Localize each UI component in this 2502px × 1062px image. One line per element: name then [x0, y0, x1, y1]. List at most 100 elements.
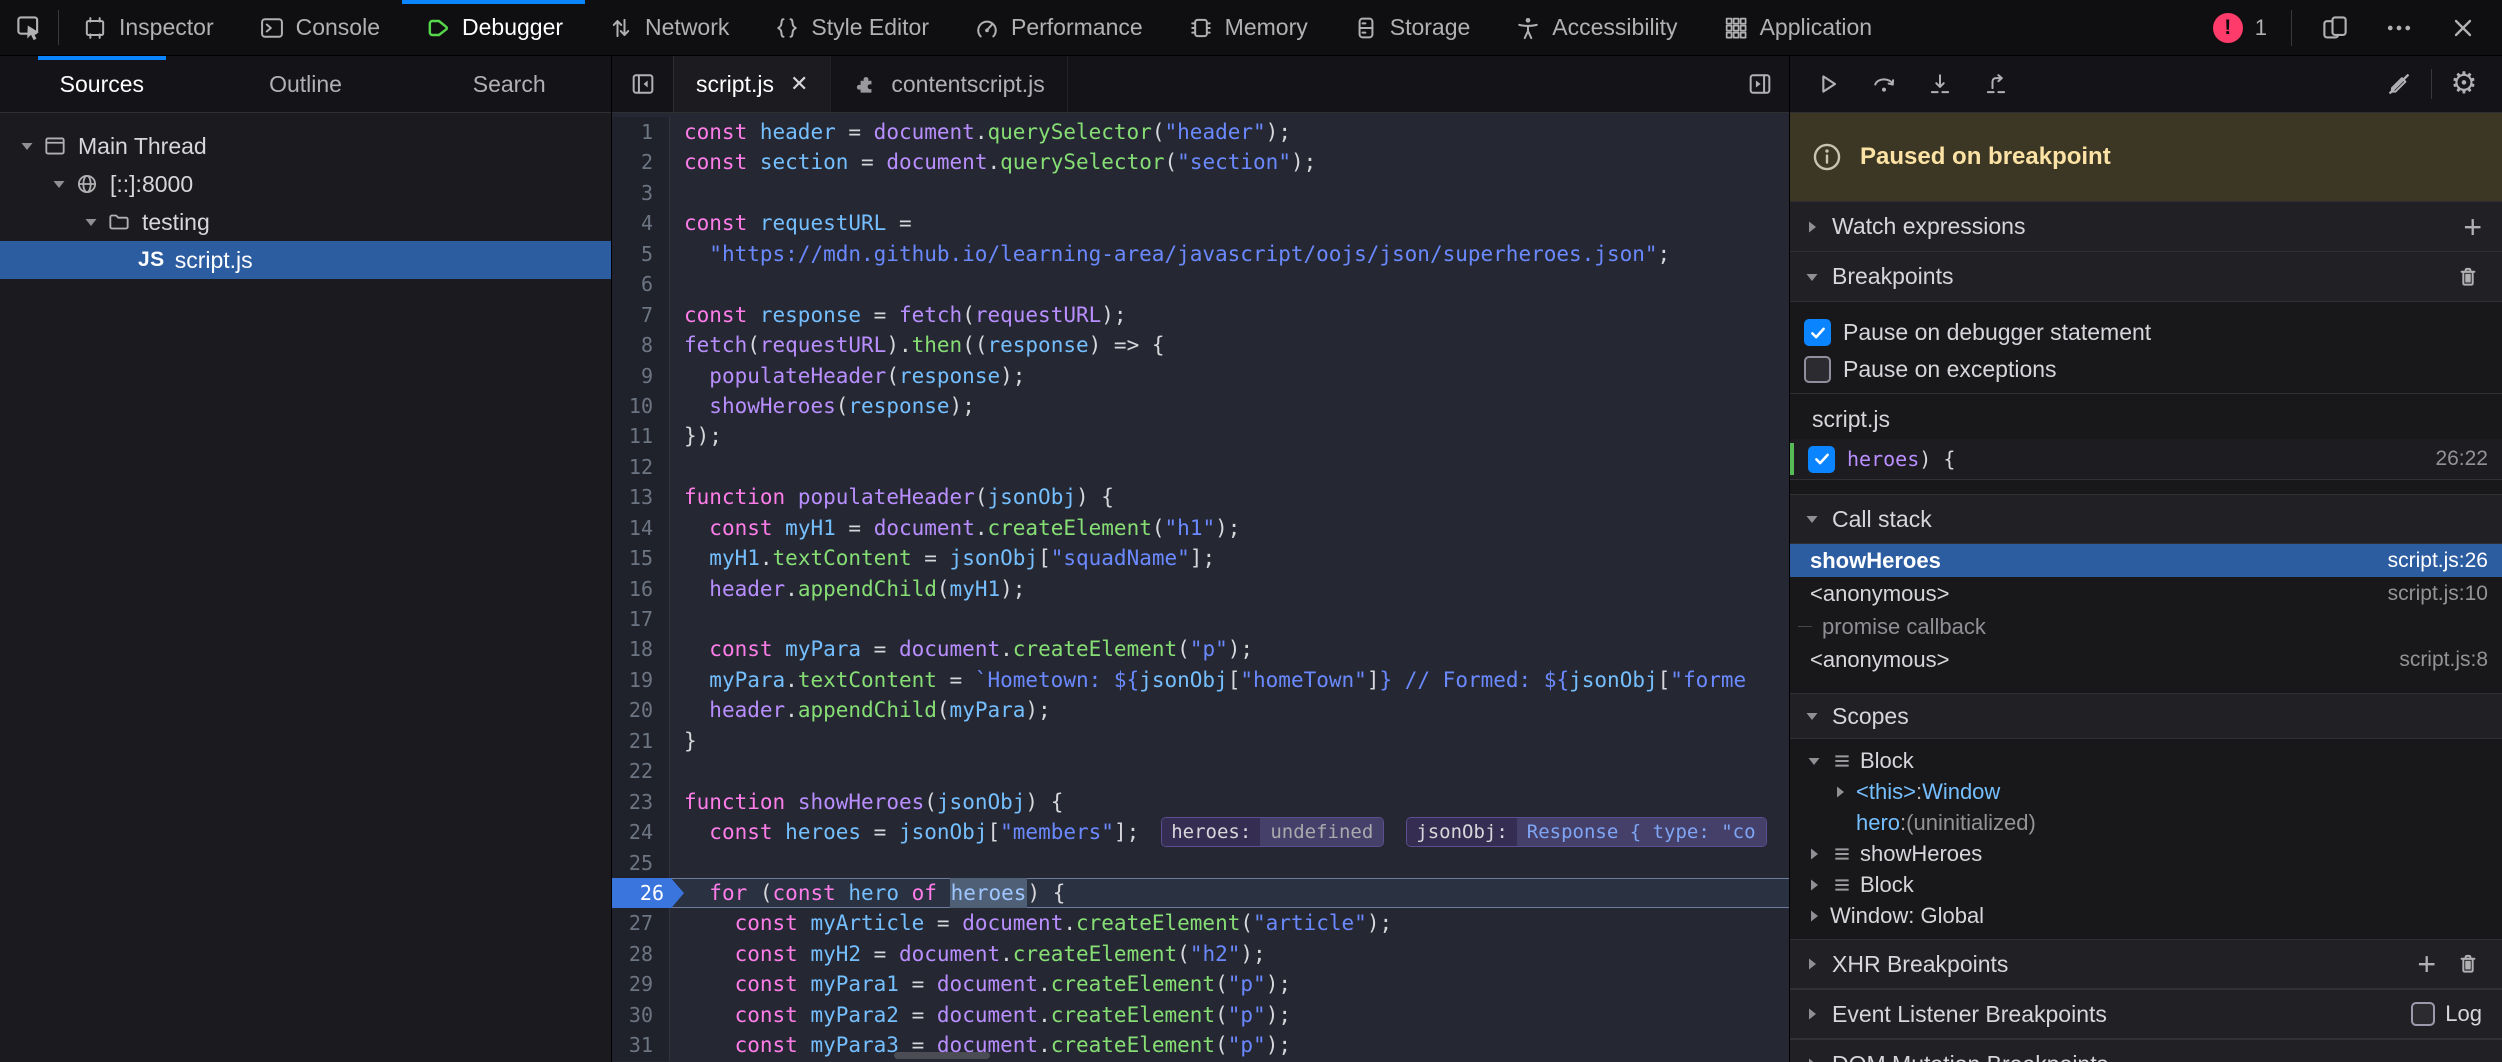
line-number[interactable]: 27	[612, 908, 670, 938]
devtools-menu-button[interactable]	[2370, 13, 2428, 43]
breakpoint-paused-marker[interactable]: 26	[612, 878, 684, 908]
code-line[interactable]: 1const header = document.querySelector("…	[612, 117, 1789, 147]
line-number[interactable]: 22	[612, 756, 670, 786]
step-in-button[interactable]	[1916, 62, 1964, 106]
line-number[interactable]: 3	[612, 178, 670, 208]
watch-expressions-header[interactable]: Watch expressions +	[1790, 202, 2502, 252]
line-number[interactable]: 15	[612, 543, 670, 573]
code-line[interactable]: 24 const heroes = jsonObj["members"];her…	[612, 817, 1789, 847]
line-number[interactable]: 28	[612, 939, 670, 969]
editor-tab-contentscript-js[interactable]: contentscript.js	[831, 56, 1067, 112]
tree-item-main-thread[interactable]: Main Thread	[0, 127, 611, 165]
line-number[interactable]: 21	[612, 726, 670, 756]
tree-item------8000[interactable]: [::]:8000	[0, 165, 611, 203]
error-badge-icon[interactable]: !	[2213, 13, 2243, 43]
add-watch-expression-icon[interactable]: +	[2463, 211, 2482, 243]
code-line[interactable]: 21}	[612, 726, 1789, 756]
tab-debugger[interactable]: Debugger	[402, 0, 585, 55]
scope-row[interactable]: Block	[1790, 869, 2502, 900]
scope-variable-row[interactable]: <this>: Window	[1790, 776, 2502, 807]
code-line[interactable]: 8fetch(requestURL).then((response) => {	[612, 330, 1789, 360]
code-line[interactable]: 18 const myPara = document.createElement…	[612, 634, 1789, 664]
line-number[interactable]: 31	[612, 1030, 670, 1060]
code-line[interactable]: 11});	[612, 421, 1789, 451]
code-line[interactable]: 4const requestURL =	[612, 208, 1789, 238]
code-line[interactable]: 31 const myPara3 = document.createElemen…	[612, 1030, 1789, 1060]
line-number[interactable]: 25	[612, 848, 670, 878]
code-line[interactable]: 22	[612, 756, 1789, 786]
remove-breakpoints-icon[interactable]	[2454, 263, 2482, 291]
chevron-right-icon[interactable]	[1832, 784, 1848, 800]
line-number[interactable]: 6	[612, 269, 670, 299]
scope-variable-row[interactable]: hero: (uninitialized)	[1790, 807, 2502, 838]
tab-console[interactable]: Console	[236, 0, 402, 55]
code-line[interactable]: 13function populateHeader(jsonObj) {	[612, 482, 1789, 512]
line-number[interactable]: 18	[612, 634, 670, 664]
chevron-right-icon[interactable]	[1806, 846, 1822, 862]
line-number[interactable]: 24	[612, 817, 670, 847]
line-number[interactable]: 2	[612, 147, 670, 177]
sidebar-tab-sources[interactable]: Sources	[0, 56, 204, 112]
chevron-down-icon[interactable]	[14, 138, 40, 154]
close-tab-icon[interactable]: ✕	[790, 71, 808, 97]
tab-storage[interactable]: Storage	[1330, 0, 1493, 55]
step-over-button[interactable]	[1860, 62, 1908, 106]
code-line[interactable]: 2const section = document.querySelector(…	[612, 147, 1789, 177]
line-number[interactable]: 7	[612, 300, 670, 330]
line-number[interactable]: 20	[612, 695, 670, 725]
line-number[interactable]: 16	[612, 574, 670, 604]
scope-row[interactable]: showHeroes	[1790, 838, 2502, 869]
code-line[interactable]: 3	[612, 178, 1789, 208]
code-line[interactable]: 20 header.appendChild(myPara);	[612, 695, 1789, 725]
tree-item-script-js[interactable]: JSscript.js	[0, 241, 611, 279]
line-number[interactable]: 11	[612, 421, 670, 451]
close-devtools-button[interactable]	[2434, 14, 2492, 42]
code-line[interactable]: 19 myPara.textContent = `Hometown: ${jso…	[612, 665, 1789, 695]
line-number[interactable]: 19	[612, 665, 670, 695]
line-number[interactable]: 5	[612, 239, 670, 269]
checkbox-unchecked[interactable]	[2411, 1002, 2435, 1026]
code-line[interactable]: 7const response = fetch(requestURL);	[612, 300, 1789, 330]
tab-inspector[interactable]: Inspector	[59, 0, 236, 55]
tab-memory[interactable]: Memory	[1165, 0, 1330, 55]
line-number[interactable]: 4	[612, 208, 670, 238]
line-number[interactable]: 8	[612, 330, 670, 360]
tab-accessibility[interactable]: Accessibility	[1492, 0, 1699, 55]
scope-row[interactable]: Block	[1790, 745, 2502, 776]
code-line[interactable]: 9 populateHeader(response);	[612, 361, 1789, 391]
checkbox-checked[interactable]	[1808, 446, 1835, 473]
tree-item-testing[interactable]: testing	[0, 203, 611, 241]
scope-row[interactable]: Window: Global	[1790, 900, 2502, 931]
call-stack-frame[interactable]: <anonymous>script.js:10	[1790, 577, 2502, 610]
chevron-right-icon[interactable]	[1806, 877, 1822, 893]
chevron-down-icon[interactable]	[78, 214, 104, 230]
tab-network[interactable]: Network	[585, 0, 751, 55]
section-header-xhr-breakpoints[interactable]: XHR Breakpoints+	[1790, 939, 2502, 989]
sidebar-tab-outline[interactable]: Outline	[204, 56, 408, 112]
line-number[interactable]: 30	[612, 1000, 670, 1030]
horizontal-scrollbar[interactable]	[894, 1052, 990, 1059]
checkbox-checked[interactable]	[1804, 319, 1831, 346]
code-line[interactable]: 25	[612, 848, 1789, 878]
pick-element-button[interactable]	[0, 0, 58, 55]
code-line[interactable]: 15 myH1.textContent = jsonObj["squadName…	[612, 543, 1789, 573]
line-number[interactable]: 9	[612, 361, 670, 391]
breakpoints-header[interactable]: Breakpoints	[1790, 252, 2502, 302]
trash-icon[interactable]	[2454, 950, 2482, 978]
responsive-design-button[interactable]	[2306, 13, 2364, 43]
code-line[interactable]: 5 "https://mdn.github.io/learning-area/j…	[612, 239, 1789, 269]
code-line[interactable]: 23function showHeroes(jsonObj) {	[612, 787, 1789, 817]
line-number[interactable]: 13	[612, 482, 670, 512]
plus-icon[interactable]: +	[2417, 948, 2436, 980]
tab-performance[interactable]: Performance	[951, 0, 1165, 55]
code-line[interactable]: 17	[612, 604, 1789, 634]
breakpoint-entry[interactable]: heroes) {26:22	[1790, 439, 2502, 480]
code-line[interactable]: 12	[612, 452, 1789, 482]
call-stack-frame[interactable]: <anonymous>script.js:8	[1790, 643, 2502, 676]
code-line[interactable]: 10 showHeroes(response);	[612, 391, 1789, 421]
breakpoint-source-label[interactable]: script.js	[1790, 394, 2502, 439]
code-line[interactable]: 28 const myH2 = document.createElement("…	[612, 939, 1789, 969]
debugger-settings-button[interactable]: ⚙	[2440, 62, 2488, 106]
checkbox-unchecked[interactable]	[1804, 356, 1831, 383]
line-number[interactable]: 29	[612, 969, 670, 999]
